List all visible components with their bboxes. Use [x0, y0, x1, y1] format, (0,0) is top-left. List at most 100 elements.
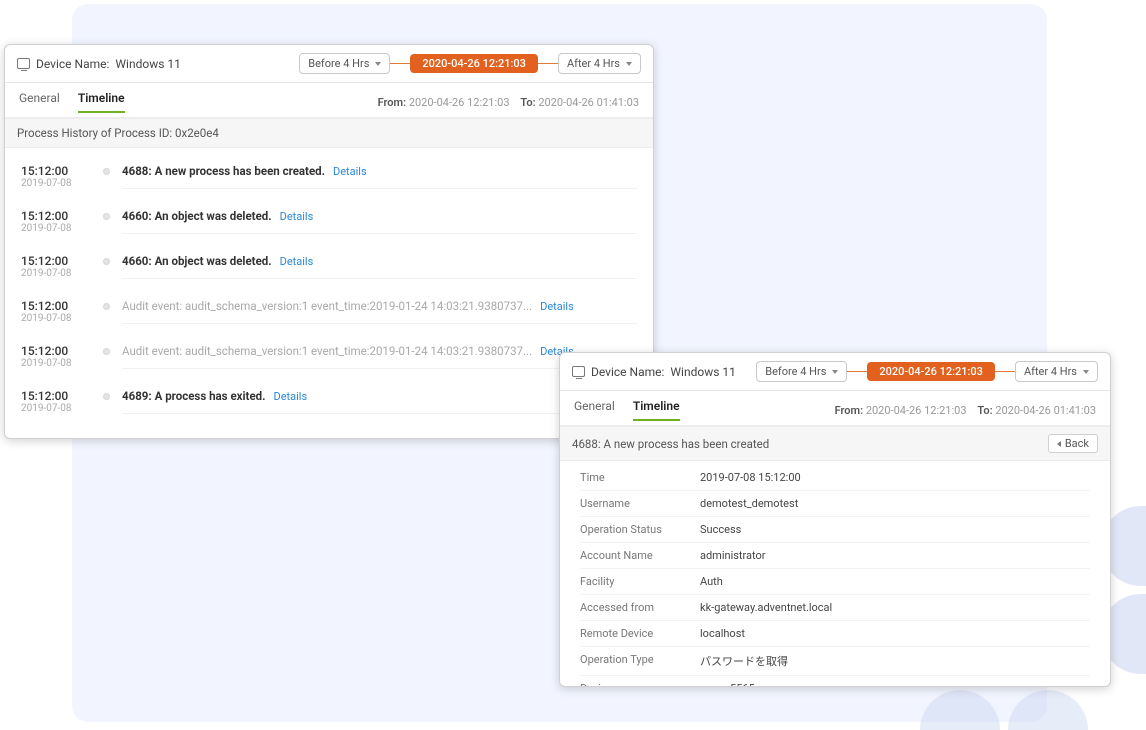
detail-key: Facility	[580, 575, 700, 588]
detail-key: Time	[580, 471, 700, 484]
timeline-list: 15:12:00 2019-07-08 4688: A new process …	[5, 148, 653, 436]
event-time: 15:12:00	[21, 344, 91, 358]
event-content: 4660: An object was deleted. Details	[122, 254, 637, 279]
connector-line	[538, 63, 558, 64]
event-text: 4689: A process has exited.	[122, 389, 265, 403]
detail-key: Operation Status	[580, 523, 700, 536]
event-id: 4689:	[122, 389, 152, 403]
timeline-dot-icon	[103, 303, 110, 310]
event-time: 15:12:00	[21, 299, 91, 313]
detail-key: Account Name	[580, 549, 700, 562]
event-text: Audit event: audit_schema_version:1 even…	[122, 299, 532, 313]
event-title: A process has exited.	[155, 389, 266, 403]
detail-key: Remote Device	[580, 627, 700, 640]
tab-general[interactable]: General	[574, 399, 615, 421]
connector-line	[995, 371, 1015, 372]
event-text: 4660: An object was deleted.	[122, 254, 272, 268]
timestamp-column: 15:12:00 2019-07-08	[21, 209, 91, 234]
time-range-info: From: 2020-04-26 12:21:03 To: 2020-04-26…	[835, 404, 1096, 417]
detail-key: Device	[580, 682, 700, 687]
event-title: Audit event: audit_schema_version:1 even…	[122, 344, 532, 358]
detail-row: Remote Device localhost	[580, 621, 1090, 647]
timeline-dot-column	[103, 209, 110, 220]
details-link[interactable]: Details	[540, 300, 574, 313]
detail-row: Facility Auth	[580, 569, 1090, 595]
timeline-dot-icon	[103, 258, 110, 265]
tab-bar: General Timeline From: 2020-04-26 12:21:…	[560, 391, 1110, 426]
timeline-row: 15:12:00 2019-07-08 4689: A process has …	[21, 379, 637, 424]
from-label: From:	[378, 96, 407, 109]
detail-value: administrator	[700, 549, 766, 562]
timeline-row: 15:12:00 2019-07-08 Audit event: audit_s…	[21, 289, 637, 334]
timeline-dot-icon	[103, 168, 110, 175]
event-date: 2019-07-08	[21, 178, 91, 189]
to-label: To:	[520, 96, 535, 109]
detail-row: Device anvar-5565	[580, 676, 1090, 687]
chevron-down-icon	[626, 62, 632, 66]
event-date: 2019-07-08	[21, 268, 91, 279]
detail-value: anvar-5565	[700, 682, 755, 687]
back-button[interactable]: Back	[1048, 434, 1098, 453]
event-text: Audit event: audit_schema_version:1 even…	[122, 344, 532, 358]
event-time: 15:12:00	[21, 209, 91, 223]
process-timeline-window: Device Name: Windows 11 Before 4 Hrs 202…	[4, 44, 654, 439]
before-hours-button[interactable]: Before 4 Hrs	[299, 53, 390, 74]
before-hours-button[interactable]: Before 4 Hrs	[756, 361, 847, 382]
details-link[interactable]: Details	[280, 210, 314, 223]
center-timestamp-badge[interactable]: 2020-04-26 12:21:03	[867, 362, 995, 381]
event-date: 2019-07-08	[21, 313, 91, 324]
event-time: 15:12:00	[21, 389, 91, 403]
before-hours-label: Before 4 Hrs	[308, 57, 369, 70]
tab-general[interactable]: General	[19, 91, 60, 113]
detail-key: Accessed from	[580, 601, 700, 614]
time-range-controls: Before 4 Hrs 2020-04-26 12:21:03 After 4…	[756, 361, 1098, 382]
details-link[interactable]: Details	[333, 165, 367, 178]
event-details-window: Device Name: Windows 11 Before 4 Hrs 202…	[559, 352, 1111, 687]
detail-value: 2019-07-08 15:12:00	[700, 471, 801, 484]
timestamp-column: 15:12:00 2019-07-08	[21, 164, 91, 189]
center-timestamp-badge[interactable]: 2020-04-26 12:21:03	[410, 54, 538, 73]
monitor-icon	[572, 366, 585, 377]
chevron-down-icon	[832, 370, 838, 374]
to-value: 2020-04-26 01:41:03	[995, 404, 1096, 417]
tab-timeline[interactable]: Timeline	[78, 91, 125, 113]
timestamp-column: 15:12:00 2019-07-08	[21, 254, 91, 279]
details-link[interactable]: Details	[280, 255, 314, 268]
details-link[interactable]: Details	[273, 390, 307, 403]
detail-row: Time 2019-07-08 15:12:00	[580, 465, 1090, 491]
event-id: 4688:	[122, 164, 152, 178]
detail-value: パスワードを取得	[700, 653, 788, 669]
chevron-down-icon	[375, 62, 381, 66]
from-label: From:	[835, 404, 864, 417]
time-range-info: From: 2020-04-26 12:21:03 To: 2020-04-26…	[378, 96, 639, 109]
event-text: 4660: An object was deleted.	[122, 209, 272, 223]
timeline-dot-column	[103, 389, 110, 400]
timeline-row: 15:12:00 2019-07-08 4660: An object was …	[21, 199, 637, 244]
event-detail-title: 4688: A new process has been created	[572, 437, 769, 451]
detail-row: Username demotest_demotest	[580, 491, 1090, 517]
after-hours-button[interactable]: After 4 Hrs	[1015, 361, 1098, 382]
device-name: Windows 11	[670, 365, 735, 379]
back-button-label: Back	[1065, 437, 1089, 450]
after-hours-label: After 4 Hrs	[567, 57, 620, 70]
event-title: A new process has been created.	[155, 164, 325, 178]
details-table: Time 2019-07-08 15:12:00 Username demote…	[560, 461, 1110, 687]
detail-row: Operation Type パスワードを取得	[580, 647, 1090, 676]
after-hours-label: After 4 Hrs	[1024, 365, 1077, 378]
event-content: Audit event: audit_schema_version:1 even…	[122, 299, 637, 324]
detail-row: Accessed from kk-gateway.adventnet.local	[580, 595, 1090, 621]
timeline-row: 15:12:00 2019-07-08 Audit event: audit_s…	[21, 334, 637, 379]
connector-line	[390, 63, 410, 64]
event-title: Audit event: audit_schema_version:1 even…	[122, 299, 532, 313]
detail-value: demotest_demotest	[700, 497, 798, 510]
event-content: 4660: An object was deleted. Details	[122, 209, 637, 234]
timeline-dot-column	[103, 299, 110, 310]
chevron-down-icon	[1083, 370, 1089, 374]
titlebar: Device Name: Windows 11 Before 4 Hrs 202…	[5, 45, 653, 83]
after-hours-button[interactable]: After 4 Hrs	[558, 53, 641, 74]
timestamp-column: 15:12:00 2019-07-08	[21, 389, 91, 414]
detail-row: Operation Status Success	[580, 517, 1090, 543]
tab-timeline[interactable]: Timeline	[633, 399, 680, 421]
event-date: 2019-07-08	[21, 403, 91, 414]
timestamp-column: 15:12:00 2019-07-08	[21, 344, 91, 369]
